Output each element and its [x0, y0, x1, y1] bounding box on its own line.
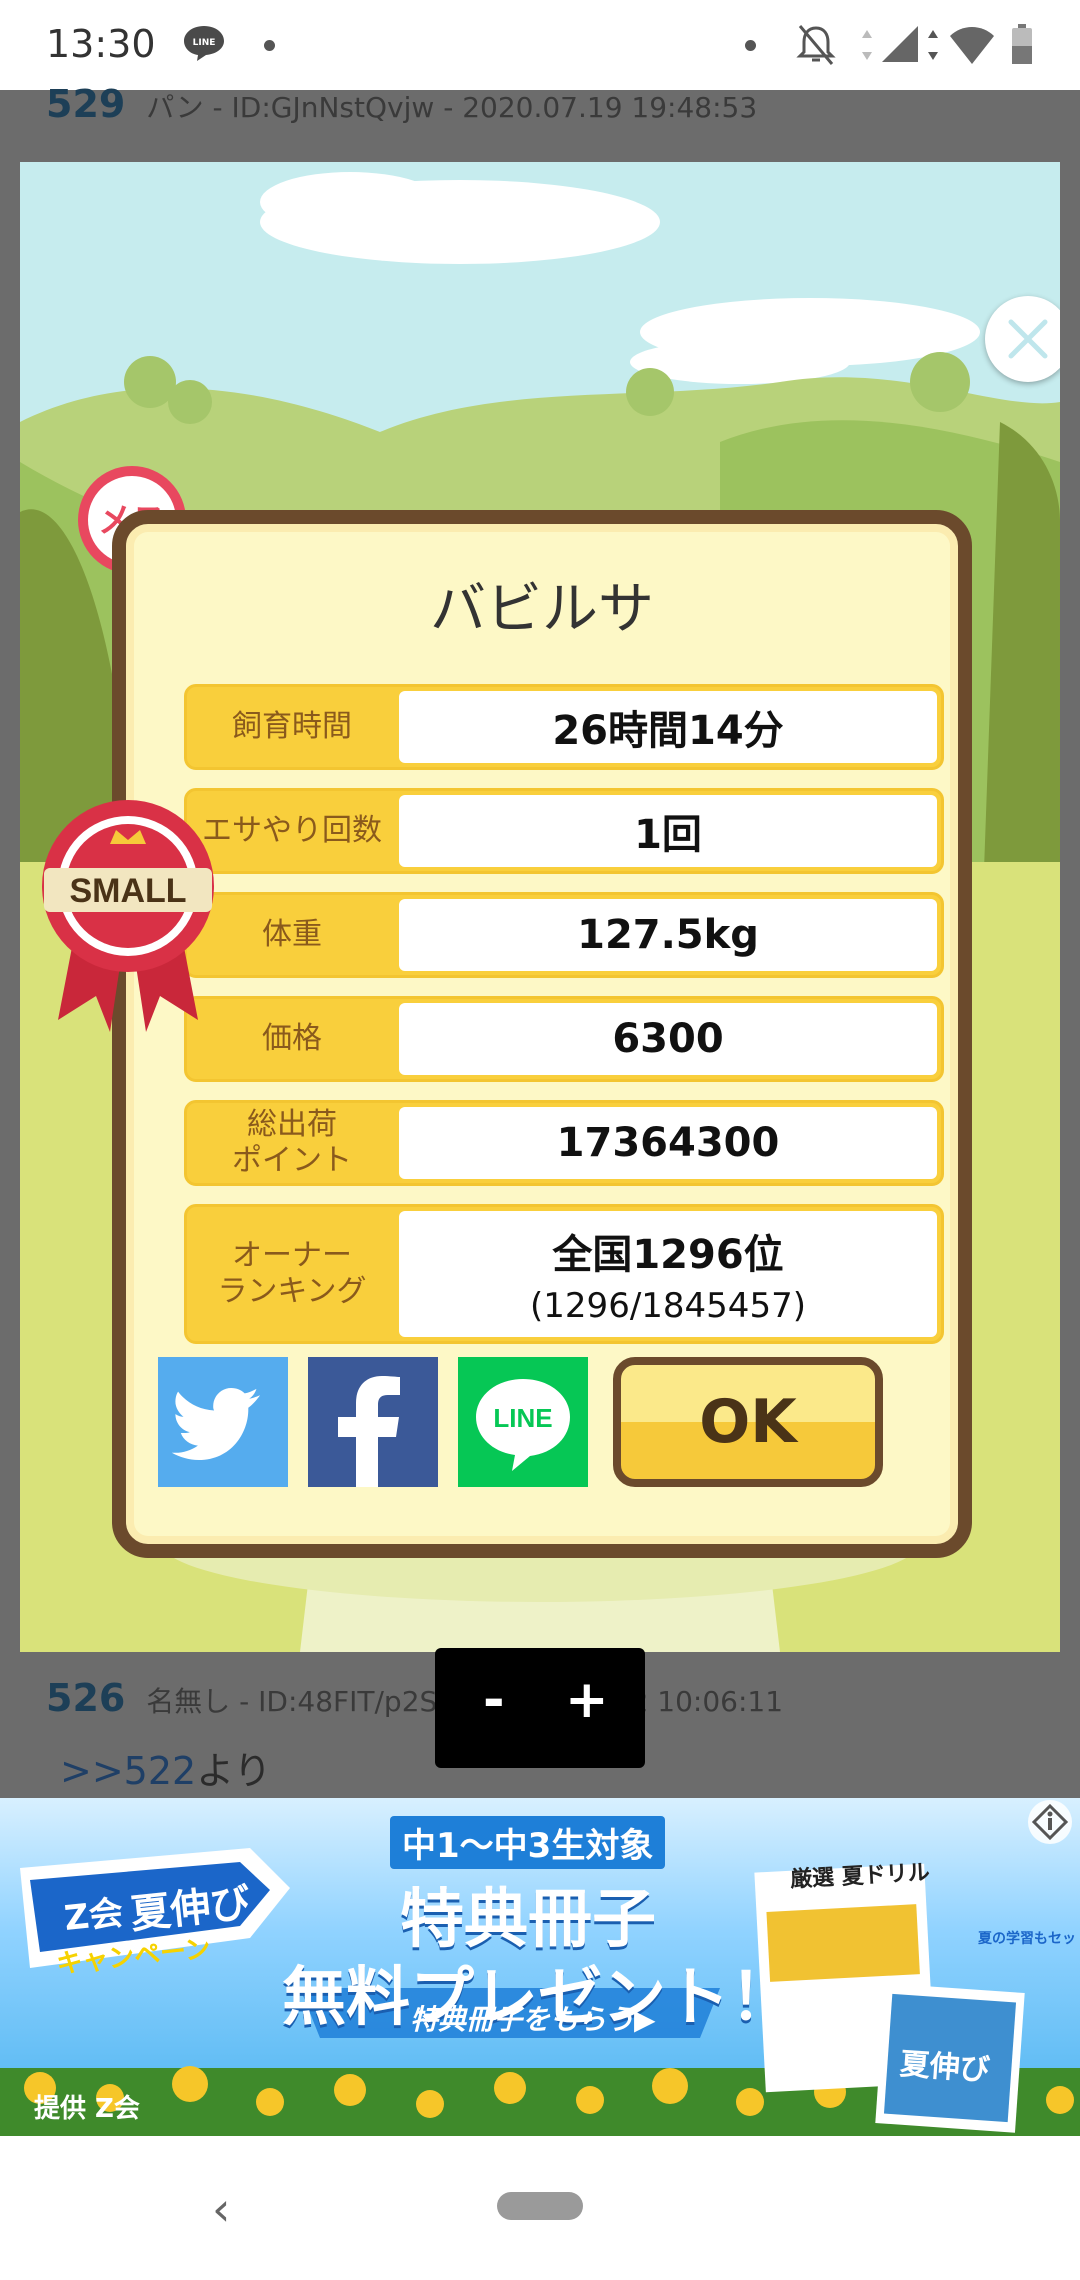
post-body: >>522より	[60, 1740, 271, 1795]
post-text: より	[196, 1749, 272, 1793]
zoom-out-button[interactable]: -	[483, 1670, 505, 1730]
stat-row: エサやり回数 1回	[184, 788, 944, 874]
status-bar: 13:30 LINE	[0, 0, 1080, 90]
stat-value: 127.5kg	[399, 899, 937, 971]
stat-value-text: 全国1296位	[552, 1232, 784, 1278]
stat-label: 総出荷 ポイント	[232, 1107, 352, 1178]
line-share-button[interactable]: LINE	[458, 1357, 588, 1487]
cell-signal-icon	[882, 26, 918, 62]
pig-name: バビルサ	[430, 577, 654, 642]
ad-target: 中1〜中3生対象	[390, 1816, 666, 1869]
post-header-529: 529 パン - ID:GJnNstQvjw - 2020.07.19 19:4…	[46, 82, 757, 126]
ad-campaign-brand: Z会	[62, 1893, 125, 1939]
ad-info-icon[interactable]	[1030, 1802, 1070, 1842]
wifi-icon	[950, 27, 994, 64]
stat-label: 価格	[262, 1021, 322, 1056]
stat-row: オーナー ランキング 全国1296位 (1296/1845457)	[184, 1204, 944, 1344]
stat-row: 総出荷 ポイント 17364300	[184, 1100, 944, 1186]
home-pill-icon[interactable]	[497, 2192, 583, 2220]
post-number[interactable]: 526	[46, 1676, 125, 1720]
ok-button[interactable]: OK	[613, 1357, 883, 1487]
ad-banner[interactable]: 中1〜中3生対象 特典冊子 無料プレゼント！ Z会 夏伸び キャンペーン 特典冊…	[0, 1798, 1080, 2136]
stat-row: 飼育時間 26時間14分	[184, 684, 944, 770]
data-arrows-icon	[928, 30, 938, 60]
stat-value-text: 17364300	[556, 1120, 780, 1166]
stat-row: 体重 127.5kg	[184, 892, 944, 978]
stat-label: エサやり回数	[202, 813, 382, 848]
zoom-in-button[interactable]: +	[565, 1670, 609, 1730]
close-button[interactable]	[985, 296, 1060, 382]
stat-value: 1回	[399, 795, 937, 867]
stat-value: 17364300	[399, 1107, 937, 1179]
data-arrows-icon	[862, 30, 872, 60]
stat-value-text: 127.5kg	[577, 912, 759, 958]
ad-cta[interactable]: 特典冊子をもらう▶	[410, 1998, 656, 2038]
system-navigation-bar: ‹	[0, 2136, 1080, 2280]
notification-dot-icon	[745, 40, 756, 51]
stat-value-text: 26時間14分	[552, 708, 784, 754]
ad-book-tag: 夏の学習もセット	[978, 1931, 1080, 1947]
post-number[interactable]: 529	[46, 82, 125, 126]
post-header-526: 526 名無し - ID:48FIT/p2Sw - 2020.07.22 10:…	[46, 1676, 783, 1720]
facebook-share-button[interactable]	[308, 1357, 438, 1487]
stat-value-sub: (1296/1845457)	[530, 1286, 806, 1326]
stat-value: 6300	[399, 1003, 937, 1075]
stat-label: 体重	[262, 917, 322, 952]
stat-row: 価格 6300	[184, 996, 944, 1082]
stat-value-text: 1回	[634, 812, 702, 858]
battery-icon	[1012, 24, 1032, 64]
close-icon	[1008, 319, 1048, 359]
do-not-disturb-icon	[796, 25, 836, 65]
reply-link[interactable]: >>522	[60, 1749, 196, 1793]
zoom-control: - +	[435, 1648, 645, 1768]
stat-value-text: 6300	[612, 1016, 724, 1062]
svg-text:LINE: LINE	[193, 38, 216, 48]
game-result-popup: メス バビルサ 飼育時間 26時間14分 エサやり回数 1回 体重 127.5k…	[20, 162, 1060, 1652]
notification-dot-icon	[264, 40, 275, 51]
stat-value: 全国1296位 (1296/1845457)	[399, 1211, 937, 1337]
size-badge-label: SMALL	[69, 872, 186, 910]
ad-book2-title: 夏伸び	[898, 2046, 991, 2089]
small-ribbon-badge-icon: SMALL	[42, 800, 214, 1032]
stat-label: オーナー ランキング	[217, 1238, 367, 1309]
line-share-label: LINE	[493, 1403, 552, 1433]
back-icon[interactable]: ‹	[212, 2182, 230, 2236]
status-time: 13:30	[46, 22, 156, 66]
ad-provider: 提供 Z会	[34, 2094, 140, 2124]
stat-label: 飼育時間	[232, 709, 352, 744]
line-notification-icon: LINE	[184, 26, 224, 61]
twitter-share-button[interactable]	[158, 1357, 288, 1487]
stat-value: 26時間14分	[399, 691, 937, 763]
post-meta: パン - ID:GJnNstQvjw - 2020.07.19 19:48:53	[146, 91, 758, 124]
